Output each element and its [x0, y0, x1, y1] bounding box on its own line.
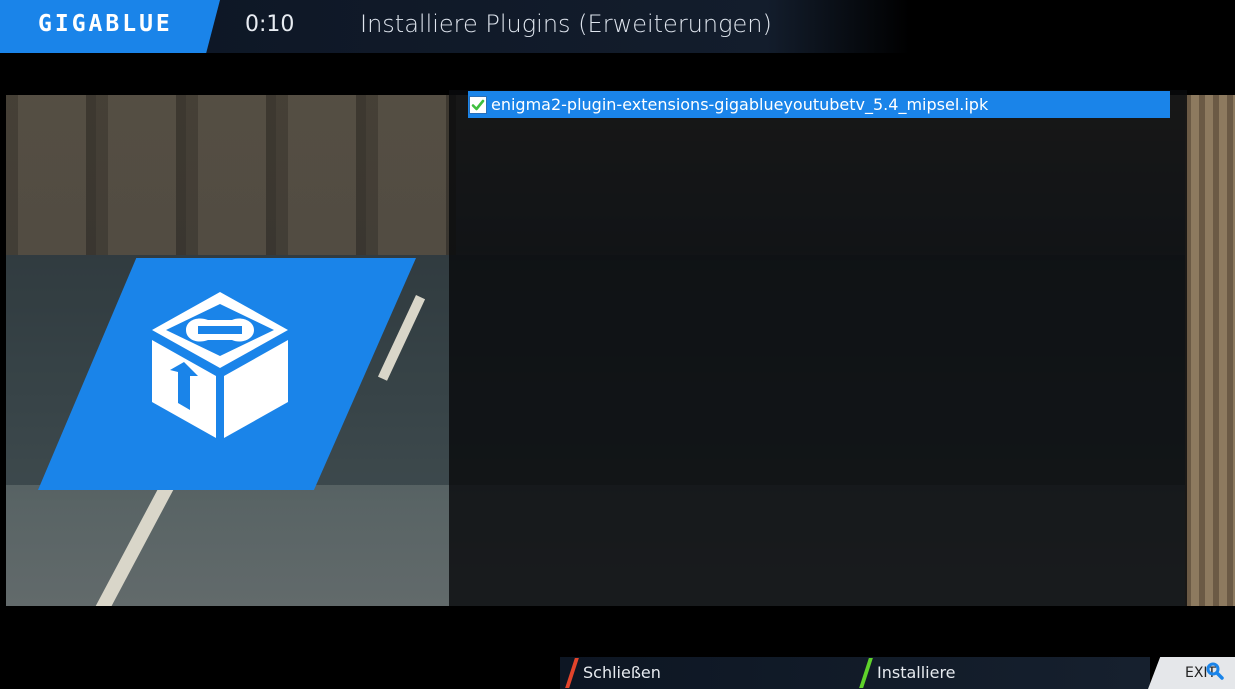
search-icon	[1206, 662, 1224, 680]
wall-texture	[6, 95, 456, 255]
plugin-item-label: enigma2-plugin-extensions-gigablueyoutub…	[491, 95, 989, 114]
right-wall-texture	[1185, 95, 1235, 606]
checkbox-checked-icon[interactable]	[469, 95, 487, 114]
close-button[interactable]: Schließen	[583, 663, 661, 682]
page-title: Installiere Plugins (Erweiterungen)	[360, 10, 772, 38]
plugin-list-panel	[449, 90, 1187, 606]
plugin-box-icon	[152, 292, 288, 438]
header: GIGABLUE 0:10 Installiere Plugins (Erwei…	[0, 0, 1235, 53]
clock: 0:10	[245, 12, 295, 37]
logo-text: GIGABLUE	[38, 11, 173, 37]
plugin-list-item[interactable]: enigma2-plugin-extensions-gigablueyoutub…	[468, 91, 1170, 118]
install-button[interactable]: Installiere	[877, 663, 956, 682]
